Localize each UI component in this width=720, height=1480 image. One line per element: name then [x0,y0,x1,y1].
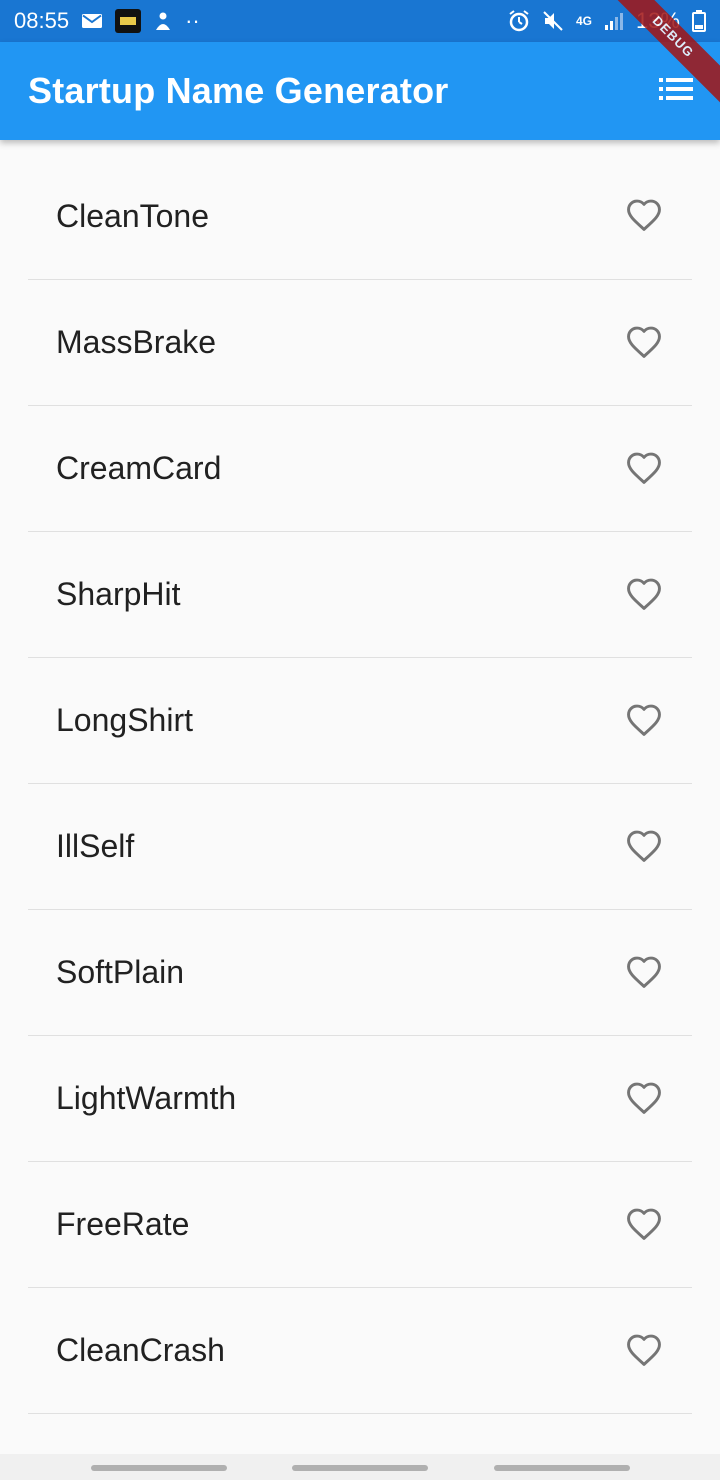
heart-outline-icon[interactable] [624,1330,664,1370]
nav-recents-button[interactable] [91,1465,227,1471]
status-time: 08:55 [14,8,70,33]
list-item[interactable]: MassBrake [28,280,692,406]
heart-outline-icon[interactable] [624,322,664,362]
alarm-icon [508,10,530,32]
startup-name-label: FreeRate [56,1206,190,1242]
list-item[interactable]: CreamCard [28,406,692,532]
startup-name-label: LightWarmth [56,1080,237,1116]
list-item[interactable]: IllSelf [28,784,692,910]
list-item[interactable]: CleanCrash [28,1288,692,1414]
gmail-icon [81,12,103,30]
heart-outline-icon[interactable] [624,826,664,866]
startup-name-label: SoftPlain [56,954,185,990]
heart-outline-icon[interactable] [624,1204,664,1244]
heart-outline-icon[interactable] [624,448,664,488]
status-bar: 08:55 ·· 4G 13% [0,0,720,42]
mute-icon [542,10,564,32]
notification-icon [153,10,173,32]
heart-outline-icon[interactable] [624,1078,664,1118]
heart-outline-icon[interactable] [624,700,664,740]
status-dots: ·· [185,8,200,33]
app-bar: Startup Name Generator [0,42,720,140]
game-app-icon [115,9,142,33]
list-item[interactable]: SharpHit [28,532,692,658]
startup-name-label: SharpHit [56,576,181,612]
saved-list-button[interactable] [656,71,696,111]
list-item[interactable]: FreeRate [28,1162,692,1288]
nav-back-button[interactable] [494,1465,630,1471]
list-item[interactable]: CleanTone [28,153,692,280]
app-title: Startup Name Generator [28,70,449,111]
startup-name-label: MassBrake [56,324,217,360]
startup-name-label: IllSelf [56,828,135,864]
startup-name-label: CleanTone [56,197,209,234]
startup-name-label: LongShirt [56,702,193,738]
status-bar-left: 08:55 ·· [14,8,200,34]
startup-name-label: CleanCrash [56,1332,225,1368]
list-item[interactable]: SoftPlain [28,910,692,1036]
list-item[interactable]: LongShirt [28,658,692,784]
heart-outline-icon[interactable] [624,574,664,614]
list-item[interactable]: LightWarmth [28,1036,692,1162]
heart-outline-icon[interactable] [624,195,664,235]
system-nav-bar [0,1454,720,1480]
name-list: CleanTone MassBrake CreamCard SharpHit LongS… [28,153,692,1414]
startup-name-label: CreamCard [56,450,222,486]
heart-outline-icon[interactable] [624,952,664,992]
network-type: 4G [575,13,592,28]
battery-icon [692,10,706,32]
nav-home-button[interactable] [292,1465,428,1471]
signal-icon [604,11,624,31]
list-icon [659,77,693,106]
